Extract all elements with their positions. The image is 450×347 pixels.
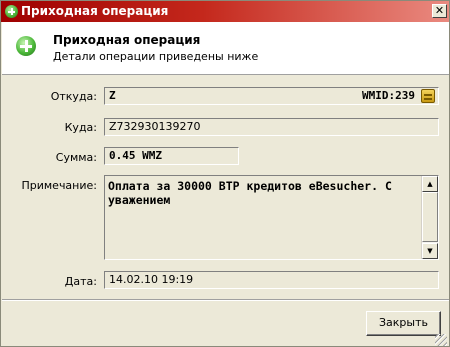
note-textarea[interactable]: Оплата за 30000 ВТР кредитов eBesucher. …: [104, 175, 439, 260]
from-value: Z: [109, 89, 116, 102]
close-button[interactable]: Закрыть: [366, 311, 441, 336]
add-icon: [5, 5, 18, 18]
wallet-icon[interactable]: [421, 89, 435, 103]
amount-label: Сумма:: [55, 151, 97, 164]
date-field[interactable]: 14.02.10 19:19: [104, 271, 439, 289]
to-label: Куда:: [64, 121, 97, 134]
from-field[interactable]: Z WMID:239: [104, 87, 439, 105]
scroll-up-icon[interactable]: ▲: [422, 176, 438, 192]
resize-grip-icon[interactable]: [435, 334, 447, 346]
title-bar[interactable]: Приходная операция ✕: [1, 1, 449, 22]
amount-value: 0.45 WMZ: [109, 149, 162, 162]
date-label: Дата:: [64, 275, 97, 288]
scroll-thumb[interactable]: [422, 192, 438, 242]
to-value: Z732930139270: [109, 120, 201, 133]
date-value: 14.02.10 19:19: [109, 273, 194, 286]
header-subtitle: Детали операции приведены ниже: [53, 50, 259, 63]
dialog-header: Приходная операция Детали операции приве…: [2, 22, 449, 75]
header-title: Приходная операция: [53, 33, 201, 47]
separator: [2, 299, 449, 301]
from-label: Откуда:: [50, 90, 97, 103]
amount-field[interactable]: 0.45 WMZ: [104, 147, 239, 165]
to-field[interactable]: Z732930139270: [104, 118, 439, 136]
add-icon: [16, 36, 36, 56]
note-value: Оплата за 30000 ВТР кредитов eBesucher. …: [108, 179, 392, 207]
wmid-value: WMID:239: [362, 89, 415, 102]
incoming-operation-window: Приходная операция ✕ Приходная операция …: [0, 0, 450, 347]
window-title: Приходная операция: [21, 4, 169, 18]
note-scrollbar[interactable]: ▲ ▼: [421, 176, 438, 259]
note-label: Примечание:: [21, 179, 97, 192]
close-window-button[interactable]: ✕: [432, 4, 447, 18]
scroll-down-icon[interactable]: ▼: [422, 243, 438, 259]
